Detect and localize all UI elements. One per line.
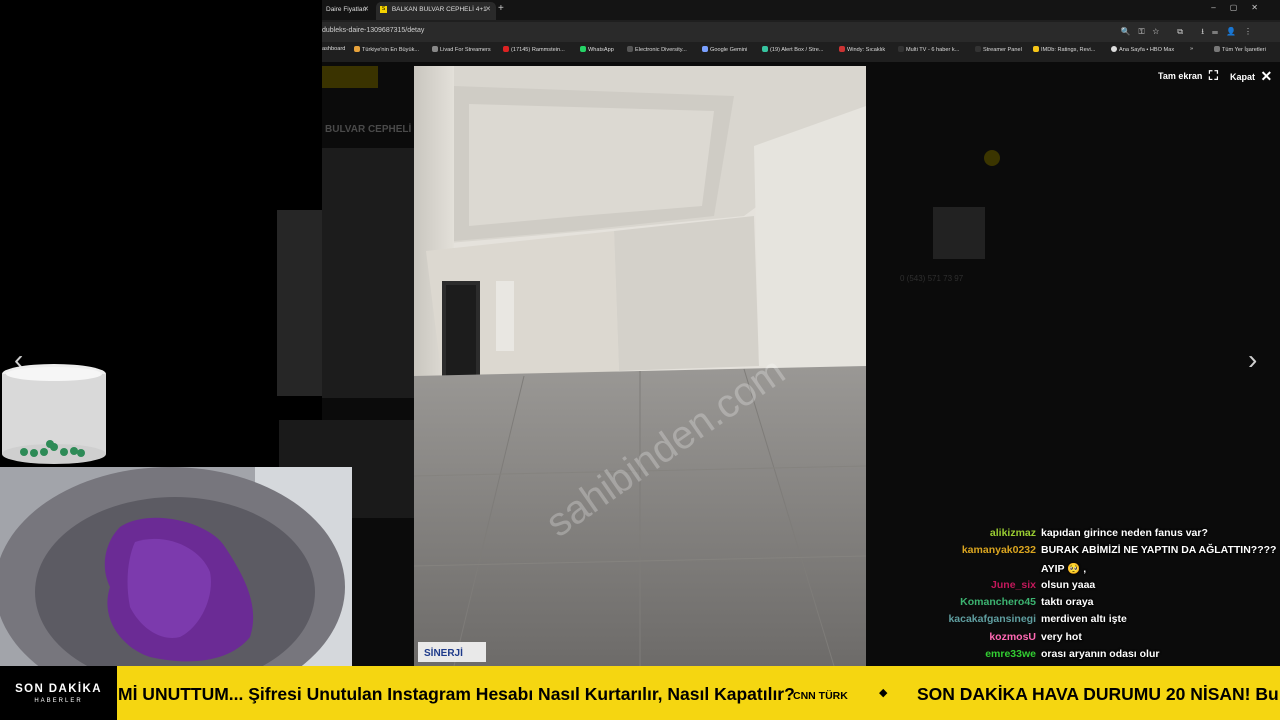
chat-message: Komanchero45 taktı oraya [880, 596, 1272, 613]
youtube-icon [503, 46, 509, 52]
bookmark-item[interactable]: Electronic Diversity... [627, 46, 687, 53]
chat-text: merdiven altı işte [1041, 613, 1127, 626]
chat-text: BURAK ABİMİZİ NE YAPTIN DA AĞLATTIN???? [1041, 544, 1277, 557]
bookmark-item[interactable]: WhatsApp [580, 46, 614, 53]
bookmark-item[interactable]: Türkiye'nin En Büyük... [354, 46, 419, 53]
browser-window: Daire Fiyatları ✕ S BALKAN BULVAR CEPHEL… [322, 0, 1280, 62]
tab-label: BALKAN BULVAR CEPHELİ 4+1 [391, 6, 487, 13]
close-button[interactable]: Kapat ✕ [1230, 68, 1272, 85]
ticker-brand-subtitle: HABERLER [34, 698, 83, 704]
chat-message: alikizmaz kapıdan girince neden fanus va… [880, 527, 1272, 544]
chat-message: kozmosU very hot [880, 631, 1272, 648]
imdb-icon [1033, 46, 1039, 52]
room-photo-drawing: sahibinden.com SİNERJİ [414, 66, 866, 666]
hbo-icon [1111, 46, 1117, 52]
tab-bar: Daire Fiyatları ✕ S BALKAN BULVAR CEPHEL… [322, 0, 1280, 20]
chat-message: June_six olsun yaaa [880, 579, 1272, 596]
address-bar[interactable]: dubleks-daire-1309687315/detay 🔍⚿☆ ⧉ ⭳☰👤… [322, 22, 1280, 42]
fullscreen-icon: ⛶ [1208, 68, 1218, 83]
folder-icon [1214, 46, 1220, 52]
fullscreen-label: Tam ekran [1158, 71, 1203, 81]
chat-username: kamanyak0232 [961, 544, 1036, 557]
close-tab-icon[interactable]: ✕ [485, 2, 491, 18]
chat-text: very hot [1041, 630, 1082, 643]
bookmark-favicon-icon [898, 46, 904, 52]
close-label: Kapat [1230, 72, 1256, 82]
bookmark-item[interactable]: Streamer Panel [975, 46, 1022, 53]
chat-overlay: alikizmaz kapıdan girince neden fanus va… [880, 527, 1277, 665]
close-icon: ✕ [1260, 68, 1273, 84]
whatsapp-icon [580, 46, 586, 52]
ticker-separator-icon: ◆ [879, 687, 888, 699]
jar-overlay [0, 362, 108, 466]
tab-label: Daire Fiyatları [326, 6, 367, 13]
gemini-icon [702, 46, 708, 52]
url-text[interactable]: dubleks-daire-1309687315/detay [322, 27, 424, 34]
bookmark-item[interactable]: Windy: Sıcaklık [839, 46, 885, 53]
ticker-brand: SON DAKİKA HABERLER [0, 666, 117, 720]
new-tab-button[interactable]: + [498, 3, 504, 14]
bookmark-favicon-icon [975, 46, 981, 52]
bookmark-item[interactable]: Ana Sayfa • HBO Max [1111, 46, 1174, 53]
chat-message: kamanyak0232 BURAK ABİMİZİ NE YAPTIN DA … [880, 544, 1277, 561]
tab-balkan-bulvar[interactable]: S BALKAN BULVAR CEPHELİ 4+1 ✕ [376, 2, 496, 20]
chat-text: taktı oraya [1041, 596, 1094, 609]
ticker-headline: Mİ UNUTTUM... Şifresi Unutulan Instagram… [118, 684, 795, 704]
windy-icon [839, 46, 845, 52]
chat-username: kozmosU [989, 630, 1036, 643]
bookmark-favicon-icon [627, 46, 633, 52]
ticker-source: CNN TÜRK [793, 690, 848, 702]
bookmark-favicon-icon [762, 46, 768, 52]
listing-image-dimmed [277, 210, 323, 396]
bookmark-item[interactable]: Livad For Streamers [432, 46, 491, 53]
bookmark-item[interactable]: ashboard [322, 46, 345, 52]
chat-message: emre33we orası aryanın odası olur [880, 648, 1272, 665]
listing-title: BULVAR CEPHELİ [325, 124, 412, 135]
chat-username: Komanchero45 [960, 596, 1036, 609]
bookmarks-bar: ashboard Türkiye'nin En Büyük... Livad F… [322, 43, 1280, 58]
tab-daire-fiyatlari[interactable]: Daire Fiyatları ✕ [322, 2, 374, 20]
agent-avatar [933, 207, 985, 259]
chat-text: orası aryanın odası olur [1041, 648, 1160, 661]
site-logo [322, 66, 378, 88]
sahibinden-favicon-icon: S [380, 5, 387, 13]
bookmark-favicon-icon [432, 46, 438, 52]
ticker-brand-title: SON DAKİKA [15, 683, 102, 695]
listing-photo: sahibinden.com SİNERJİ [414, 66, 866, 666]
jar-icon [2, 364, 106, 464]
chat-message: kacakafgansinegi merdiven altı işte [880, 613, 1272, 630]
fullscreen-button[interactable]: Tam ekran ⛶ [1158, 68, 1218, 84]
window-controls[interactable]: –▢✕ [1211, 3, 1272, 12]
chat-text: kapıdan girince neden fanus var? [1041, 527, 1208, 539]
stream-screen: Daire Fiyatları ✕ S BALKAN BULVAR CEPHEL… [0, 0, 1280, 720]
more-bookmarks-icon[interactable]: » [1190, 46, 1193, 52]
ticker-headline: SON DAKİKA HAVA DURUMU 20 NİSAN! Bu [917, 684, 1279, 704]
close-tab-icon[interactable]: ✕ [363, 2, 369, 18]
toolbar-icons[interactable]: 🔍⚿☆ ⧉ ⭳☰👤⋮ [1121, 26, 1261, 40]
chat-username: kacakafgansinegi [948, 613, 1036, 626]
bookmark-favicon-icon [354, 46, 360, 52]
bookmark-item[interactable]: IMDb: Ratings, Revi... [1033, 46, 1095, 53]
agent-phone: 0 (543) 571 73 97 [900, 274, 964, 283]
chat-username: alikizmaz [989, 527, 1036, 539]
chat-username: June_six [991, 578, 1036, 591]
chat-username: emre33we [985, 648, 1036, 661]
webcam-image [0, 467, 352, 666]
bookmark-item[interactable]: Multi TV - 6 haber k... [898, 46, 959, 53]
news-ticker: Mİ UNUTTUM... Şifresi Unutulan Instagram… [0, 666, 1280, 720]
bookmark-item[interactable]: (17145) Rammstein... [503, 46, 565, 53]
next-photo-arrow-icon[interactable]: › [1248, 344, 1257, 376]
bookmark-item[interactable]: (19) Alert Box / Stre... [762, 46, 823, 53]
chat-text: AYIP 🥺 , [1041, 562, 1087, 575]
listing-image-dimmed [322, 148, 414, 398]
badge-icon [984, 150, 1000, 166]
all-bookmarks-item[interactable]: Tüm Yer İşaretleri [1214, 46, 1266, 53]
agency-logo: SİNERJİ [424, 646, 463, 659]
chat-text: olsun yaaa [1041, 578, 1096, 591]
bookmark-item[interactable]: Google Gemini [702, 46, 747, 53]
webcam-feed [0, 467, 352, 666]
chat-message: AYIP 🥺 , [880, 562, 1272, 579]
